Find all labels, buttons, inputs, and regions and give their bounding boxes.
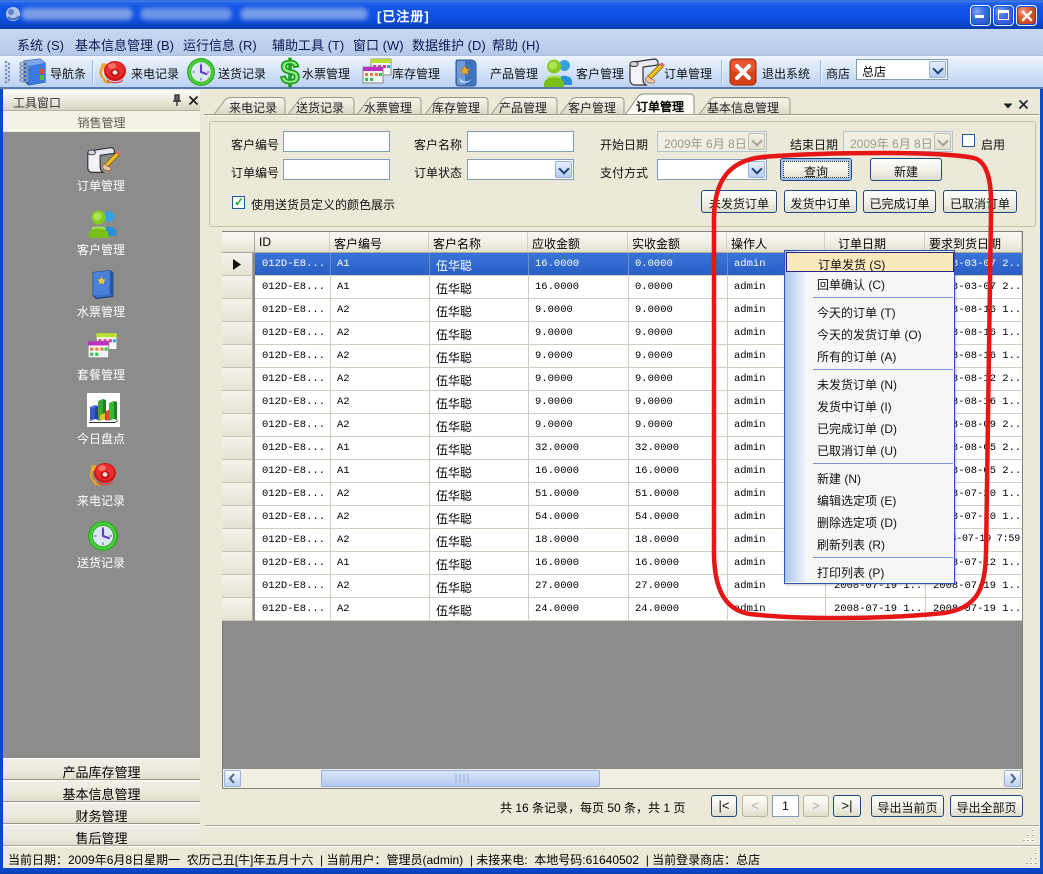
svg-text:$: $	[281, 56, 300, 89]
